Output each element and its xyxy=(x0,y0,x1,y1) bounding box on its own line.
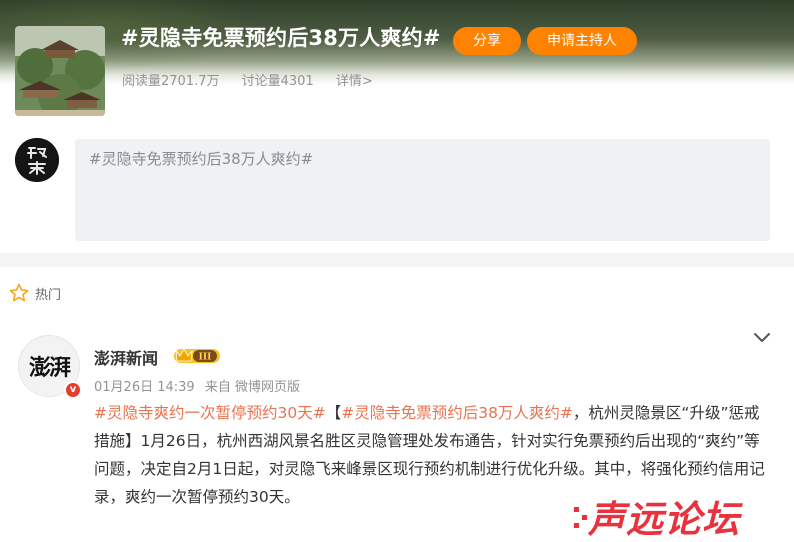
vip-level-badge-icon[interactable]: III xyxy=(173,346,221,365)
hot-section-header: 热门 xyxy=(9,282,61,304)
apply-host-button[interactable]: 申请主持人 xyxy=(527,27,637,55)
post-meta: 01月26日 14:39 来自 微博网页版 xyxy=(94,376,306,395)
author-name[interactable]: 澎湃新闻 xyxy=(94,345,158,369)
watermark-text: 声远论坛 xyxy=(588,498,740,541)
bracket-open: 【 xyxy=(325,404,342,422)
post-date[interactable]: 01月26日 14:39 xyxy=(94,380,195,395)
topic-cover-image xyxy=(15,26,105,116)
star-icon xyxy=(9,283,29,302)
discussion-count: 讨论量4301 xyxy=(241,74,314,89)
post-composer-input[interactable]: #灵隐寺免票预约后38万人爽约# xyxy=(75,139,770,241)
topic-stats: 阅读量2701.7万 讨论量4301 详情> xyxy=(122,70,391,89)
forum-watermark-logo: 声远论坛 xyxy=(574,489,788,541)
section-divider xyxy=(0,253,794,267)
composer-text: #灵隐寺免票预约后38万人爽约# xyxy=(89,150,314,168)
hashtag-link-2[interactable]: #灵隐寺免票预约后38万人爽约# xyxy=(341,404,573,422)
topic-header xyxy=(0,0,794,121)
details-link[interactable]: 详情> xyxy=(336,74,373,89)
hashtag-link-1[interactable]: #灵隐寺爽约一次暂停预约30天# xyxy=(94,404,326,422)
user-avatar[interactable] xyxy=(15,138,59,182)
topic-title: #灵隐寺免票预约后38万人爽约# xyxy=(121,26,441,50)
chevron-down-icon[interactable] xyxy=(752,330,772,346)
post-source: 来自 微博网页版 xyxy=(204,380,300,395)
hot-label: 热门 xyxy=(35,287,62,303)
vip-level-text: III xyxy=(199,353,212,363)
verified-badge-icon: v xyxy=(64,381,82,399)
share-button[interactable]: 分享 xyxy=(453,27,521,55)
read-count: 阅读量2701.7万 xyxy=(122,74,220,89)
author-avatar-logo: 澎湃 xyxy=(28,355,71,381)
